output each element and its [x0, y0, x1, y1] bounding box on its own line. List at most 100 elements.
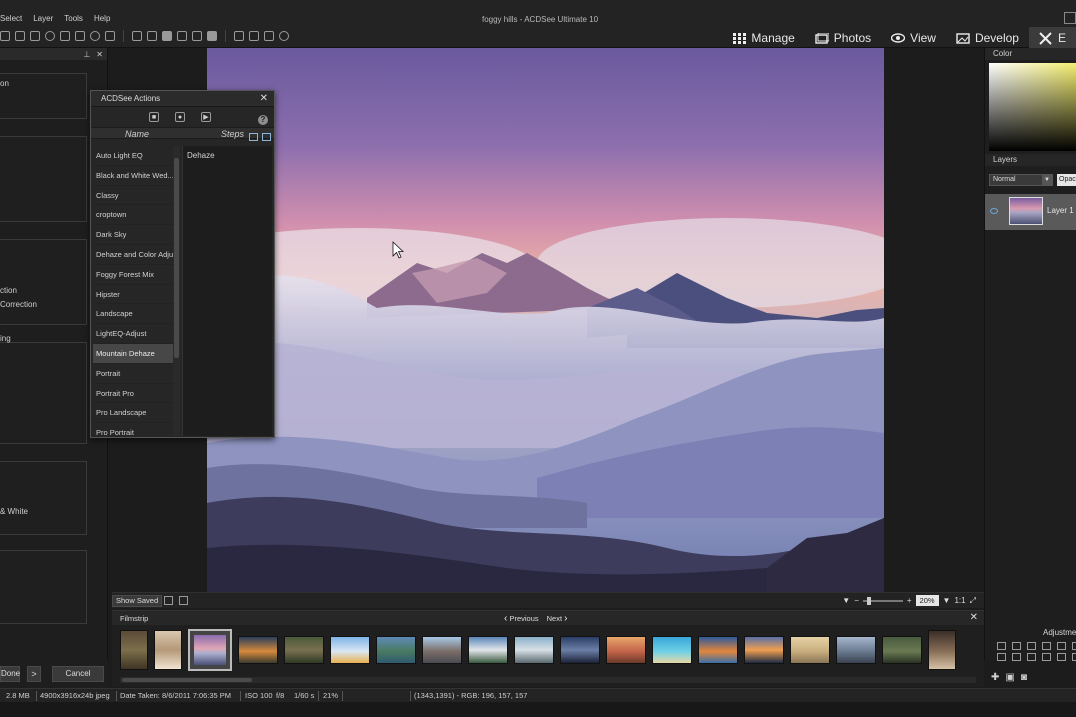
- thumbnail[interactable]: [836, 636, 876, 664]
- wb-icon[interactable]: [1072, 642, 1076, 650]
- chevron-down-icon[interactable]: ▼: [842, 596, 850, 605]
- menu-layer[interactable]: Layer: [33, 14, 53, 23]
- list-item[interactable]: Foggy Forest Mix: [93, 265, 173, 285]
- zoom-slider[interactable]: [862, 596, 903, 605]
- list-item[interactable]: LightEQ-Adjust: [93, 324, 173, 344]
- step-item[interactable]: Dehaze: [183, 146, 272, 165]
- record-icon[interactable]: [249, 31, 259, 41]
- list-item[interactable]: Landscape: [93, 304, 173, 325]
- thumbnail[interactable]: [330, 636, 370, 664]
- thumbnail[interactable]: [238, 636, 278, 664]
- thumbnail[interactable]: [560, 636, 600, 664]
- zoom-in-icon[interactable]: +: [907, 596, 912, 605]
- thumbnail[interactable]: [882, 636, 922, 664]
- filmstrip-scrollbar[interactable]: [120, 677, 976, 683]
- list-item[interactable]: Pro Portrait: [93, 423, 173, 436]
- photo-filter-icon[interactable]: [997, 653, 1006, 661]
- list-view-icon[interactable]: [249, 133, 258, 141]
- tab-layers[interactable]: Layers: [985, 154, 1076, 166]
- thumbnail[interactable]: [468, 636, 508, 664]
- color-swatch-icon[interactable]: [207, 31, 217, 41]
- thumbnail[interactable]: [652, 636, 692, 664]
- list-item[interactable]: Classy: [93, 186, 173, 206]
- done-button[interactable]: Done: [0, 666, 20, 682]
- list-item[interactable]: Pro Landscape: [93, 403, 173, 424]
- actions-title-bar[interactable]: ACDSee Actions ✕: [91, 91, 274, 107]
- left-label-3[interactable]: Correction: [0, 300, 37, 309]
- column-name[interactable]: Name: [91, 128, 183, 139]
- left-label-1[interactable]: on: [0, 79, 9, 88]
- duplicate-layer-icon[interactable]: ▣: [1005, 672, 1014, 683]
- close-icon[interactable]: ✕: [96, 50, 103, 59]
- thumbnail[interactable]: [154, 630, 182, 670]
- thumbnail[interactable]: [928, 630, 956, 670]
- play-icon[interactable]: ▶: [201, 112, 211, 122]
- thumbnail[interactable]: [606, 636, 646, 664]
- brush-icon[interactable]: [132, 31, 142, 41]
- tab-edit[interactable]: E: [1028, 27, 1076, 49]
- mask-icon[interactable]: ◙: [1021, 672, 1027, 683]
- list-item[interactable]: Dehaze and Color Adjust: [93, 245, 173, 265]
- curves-icon[interactable]: [1012, 642, 1021, 650]
- scrollbar-thumb[interactable]: [174, 158, 179, 358]
- histogram-icon[interactable]: [179, 596, 188, 605]
- close-icon[interactable]: ✕: [970, 612, 978, 623]
- list-item[interactable]: Hipster: [93, 285, 173, 305]
- close-icon[interactable]: ✕: [260, 93, 268, 104]
- record-icon[interactable]: ●: [175, 112, 185, 122]
- thumbnail-selected[interactable]: [188, 629, 232, 671]
- menu-tools[interactable]: Tools: [64, 14, 83, 23]
- tab-view[interactable]: View: [881, 27, 946, 49]
- menu-select[interactable]: Select: [0, 14, 22, 23]
- light-icon[interactable]: [1042, 642, 1051, 650]
- play-icon[interactable]: [264, 31, 274, 41]
- thumbnail[interactable]: [376, 636, 416, 664]
- cancel-button[interactable]: Cancel: [52, 666, 104, 682]
- list-item[interactable]: Black and White Wed...: [93, 166, 173, 186]
- move-tool-icon[interactable]: [0, 31, 10, 41]
- stamp-icon[interactable]: [1012, 653, 1021, 661]
- grid-adjust-icon[interactable]: [1027, 642, 1036, 650]
- stop-icon[interactable]: ■: [149, 112, 159, 122]
- clone-icon[interactable]: [147, 31, 157, 41]
- actions-scrollbar[interactable]: [173, 146, 180, 436]
- visibility-eye-icon[interactable]: [990, 208, 998, 214]
- left-label-5[interactable]: & White: [0, 507, 28, 516]
- stop-icon[interactable]: [234, 31, 244, 41]
- list-item[interactable]: Portrait Pro: [93, 384, 173, 404]
- thumbnail[interactable]: [744, 636, 784, 664]
- blend-mode-select[interactable]: Normal ▼: [989, 174, 1053, 186]
- thumbnail[interactable]: [698, 636, 738, 664]
- tab-develop[interactable]: Develop: [946, 27, 1029, 49]
- thumbnail[interactable]: [284, 636, 324, 664]
- pin-icon[interactable]: ⊥: [83, 50, 90, 59]
- drop-icon[interactable]: [1042, 653, 1051, 661]
- polygon-tool-icon[interactable]: [90, 31, 100, 41]
- zoom-value[interactable]: 20%: [915, 595, 939, 606]
- thumbnail[interactable]: [422, 636, 462, 664]
- list-item-selected[interactable]: Mountain Dehaze: [93, 343, 173, 364]
- rect-select-icon[interactable]: [30, 31, 40, 41]
- line-tool-icon[interactable]: [60, 31, 70, 41]
- levels-icon[interactable]: [997, 642, 1006, 650]
- list-item[interactable]: Auto Light EQ: [93, 146, 173, 166]
- actions-icon[interactable]: [279, 31, 289, 41]
- expand-icon[interactable]: ⤢: [970, 596, 976, 606]
- window-restore-icon[interactable]: [1064, 12, 1076, 24]
- detail-view-icon[interactable]: [262, 133, 271, 141]
- tab-color[interactable]: Color: [985, 48, 1076, 60]
- list-item[interactable]: croptown: [93, 205, 173, 226]
- add-layer-icon[interactable]: ✚: [991, 672, 999, 683]
- dodge-icon[interactable]: [1057, 653, 1066, 661]
- list-item[interactable]: Dark Sky: [93, 225, 173, 245]
- triangle-icon[interactable]: [1027, 653, 1036, 661]
- left-label-2[interactable]: ction: [0, 286, 17, 295]
- zoom-out-icon[interactable]: −: [854, 596, 859, 605]
- actual-size-icon[interactable]: 1:1: [954, 596, 965, 605]
- next-button[interactable]: Next ›: [547, 613, 568, 624]
- main-photo[interactable]: [207, 48, 884, 592]
- eraser-icon[interactable]: [177, 31, 187, 41]
- eyedropper-icon[interactable]: [192, 31, 202, 41]
- thumbnail[interactable]: [790, 636, 830, 664]
- help-icon[interactable]: ?: [258, 115, 268, 125]
